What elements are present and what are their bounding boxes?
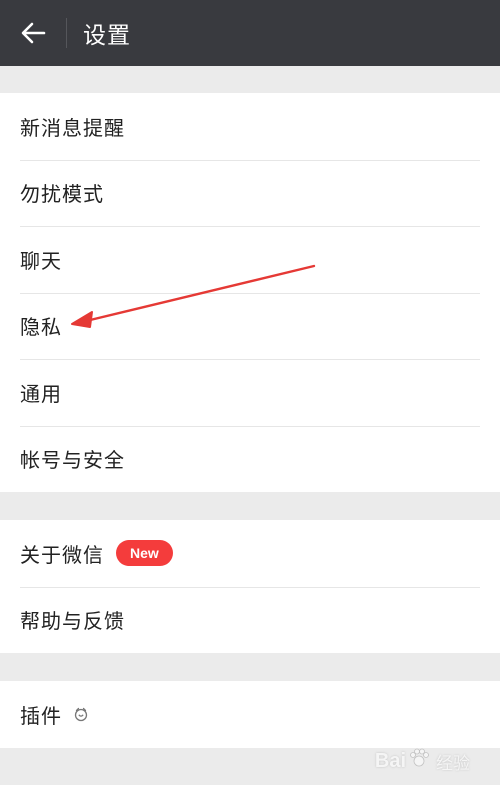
settings-item-do-not-disturb[interactable]: 勿扰模式: [0, 159, 500, 227]
watermark: Bai 经验: [375, 747, 470, 775]
settings-group-plugins: 插件: [0, 681, 500, 748]
back-button[interactable]: [0, 0, 66, 66]
watermark-brand-right: 经验: [436, 753, 470, 773]
top-bar: 设置: [0, 0, 500, 66]
plugin-icon: [72, 705, 90, 723]
watermark-brand-left: Bai: [374, 749, 406, 772]
settings-item-help-feedback[interactable]: 帮助与反馈: [0, 586, 500, 654]
settings-item-label: 帐号与安全: [20, 448, 125, 473]
paw-icon: [408, 747, 430, 775]
top-bar-divider: [66, 18, 67, 48]
settings-item-label: 勿扰模式: [20, 182, 104, 207]
arrow-left-icon: [21, 22, 46, 44]
settings-item-label: 插件: [20, 703, 62, 728]
settings-group-main: 新消息提醒 勿扰模式 聊天 隐私 通用 帐号与安全: [0, 93, 500, 492]
settings-item-privacy[interactable]: 隐私: [0, 292, 500, 360]
new-badge: New: [116, 540, 173, 567]
page-title: 设置: [83, 23, 131, 49]
settings-item-label: 隐私: [20, 315, 62, 340]
settings-item-general[interactable]: 通用: [0, 359, 500, 426]
settings-item-about-wechat[interactable]: 关于微信 New: [0, 520, 500, 587]
settings-item-chat[interactable]: 聊天: [0, 226, 500, 293]
settings-screen: 设置 新消息提醒 勿扰模式 聊天 隐私 通用 帐号与安全 关于微信 New 帮助…: [0, 0, 500, 785]
settings-item-plugins[interactable]: 插件: [0, 681, 500, 748]
settings-item-label: 新消息提醒: [20, 115, 125, 140]
settings-item-label: 通用: [20, 381, 62, 406]
settings-item-label: 帮助与反馈: [20, 609, 125, 634]
settings-item-label: 聊天: [20, 248, 62, 273]
settings-item-new-message-alerts[interactable]: 新消息提醒: [0, 93, 500, 160]
settings-group-about: 关于微信 New 帮助与反馈: [0, 520, 500, 653]
settings-item-account-security[interactable]: 帐号与安全: [0, 425, 500, 493]
settings-item-label: 关于微信: [20, 542, 104, 567]
